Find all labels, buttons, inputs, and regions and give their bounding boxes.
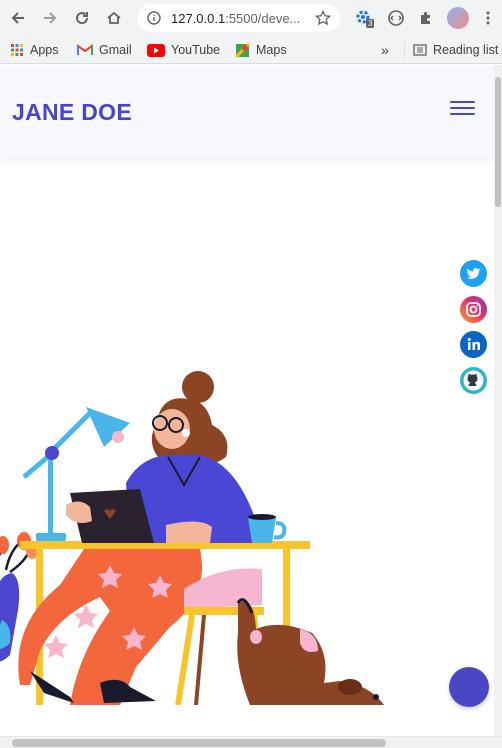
youtube-icon bbox=[147, 43, 165, 57]
profile-button[interactable] bbox=[446, 6, 470, 30]
kebab-menu-icon bbox=[486, 11, 490, 25]
home-icon bbox=[107, 11, 121, 24]
reload-icon bbox=[76, 12, 89, 25]
horizontal-scrollbar[interactable] bbox=[0, 736, 502, 748]
bookmark-youtube[interactable]: YouTube bbox=[147, 40, 220, 60]
browser-toolbar: 127.0.0.1:5500/deve... 3 bbox=[0, 0, 502, 36]
forward-button[interactable] bbox=[38, 6, 62, 30]
extensions-button[interactable] bbox=[414, 6, 438, 30]
hamburger-line bbox=[450, 113, 475, 115]
home-button[interactable] bbox=[102, 6, 126, 30]
info-icon[interactable] bbox=[147, 11, 161, 25]
linkedin-link[interactable] bbox=[460, 331, 487, 358]
bookmarks-divider bbox=[404, 42, 405, 58]
twitter-link[interactable] bbox=[460, 260, 487, 287]
forward-arrow-icon bbox=[44, 12, 57, 24]
url-path: :5500/deve... bbox=[225, 11, 301, 26]
url-host: 127.0.0.1 bbox=[171, 11, 226, 26]
extension-sync[interactable] bbox=[384, 6, 408, 30]
horizontal-scroll-thumb[interactable] bbox=[12, 739, 386, 747]
back-button[interactable] bbox=[6, 6, 30, 30]
reload-button[interactable] bbox=[70, 6, 94, 30]
reading-list-icon bbox=[413, 44, 427, 56]
apps-grid-icon bbox=[11, 44, 23, 56]
github-icon bbox=[463, 370, 484, 391]
hamburger-menu-button[interactable] bbox=[450, 99, 476, 117]
bookmark-label: Apps bbox=[30, 43, 59, 57]
extension-badge: 3 bbox=[366, 19, 375, 28]
puzzle-icon bbox=[421, 12, 430, 24]
browser-menu-button[interactable] bbox=[476, 6, 500, 30]
back-arrow-icon bbox=[11, 12, 24, 24]
bookmark-apps[interactable]: Apps bbox=[10, 40, 59, 60]
bookmarks-bar: Apps Gmail YouTube Maps » Reading list bbox=[0, 36, 502, 64]
reading-list-button[interactable]: Reading list bbox=[413, 40, 498, 60]
vertical-scroll-thumb[interactable] bbox=[495, 77, 501, 207]
reading-list-label: Reading list bbox=[433, 43, 499, 57]
twitter-icon bbox=[467, 268, 481, 279]
extension-icon bbox=[388, 10, 404, 26]
scroll-to-top-button[interactable] bbox=[449, 667, 489, 707]
page-viewport: JANE DOE bbox=[0, 65, 494, 736]
hamburger-line bbox=[450, 101, 475, 103]
instagram-link[interactable] bbox=[460, 296, 487, 323]
dog bbox=[236, 598, 384, 705]
github-link[interactable] bbox=[460, 367, 487, 394]
site-logo[interactable]: JANE DOE bbox=[12, 99, 132, 126]
address-bar[interactable]: 127.0.0.1:5500/deve... bbox=[137, 4, 340, 32]
avatar bbox=[447, 7, 469, 29]
bookmark-gmail[interactable]: Gmail bbox=[77, 40, 132, 60]
overflow-chevron-icon: » bbox=[381, 42, 389, 58]
bookmark-label: Gmail bbox=[99, 43, 132, 57]
site-header: JANE DOE bbox=[0, 65, 494, 157]
hero-illustration bbox=[0, 371, 384, 705]
bookmark-star-icon[interactable] bbox=[315, 10, 331, 26]
bookmarks-overflow-button[interactable]: » bbox=[381, 40, 389, 60]
maps-icon bbox=[235, 42, 250, 58]
vertical-scrollbar[interactable] bbox=[494, 65, 502, 736]
bookmark-label: YouTube bbox=[171, 43, 221, 57]
linkedin-icon bbox=[467, 338, 480, 350]
extension-gear[interactable]: 3 bbox=[352, 6, 376, 30]
instagram-icon bbox=[466, 302, 481, 317]
hamburger-line bbox=[450, 107, 475, 109]
gmail-icon bbox=[77, 44, 93, 55]
url-text: 127.0.0.1:5500/deve... bbox=[171, 11, 300, 26]
bookmark-maps[interactable]: Maps bbox=[235, 40, 287, 60]
bookmark-label: Maps bbox=[256, 43, 287, 57]
